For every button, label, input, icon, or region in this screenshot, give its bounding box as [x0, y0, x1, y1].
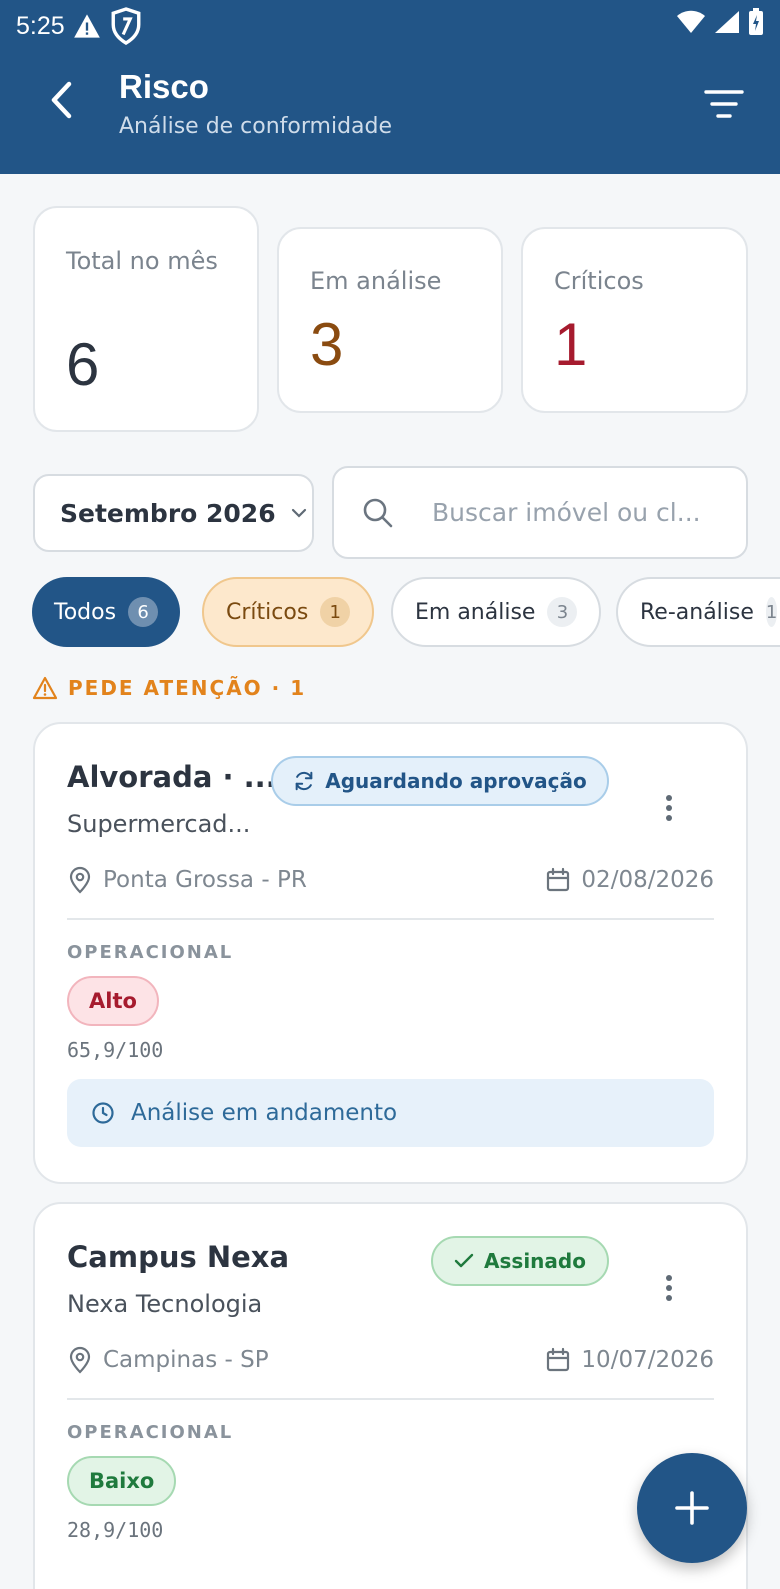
month-selector[interactable]: Setembro 2026 [33, 474, 314, 552]
card-date: 10/07/2026 [545, 1347, 714, 1373]
location-text: Campinas - SP [103, 1347, 269, 1373]
location-pin-icon [69, 866, 91, 894]
plus-icon [675, 1491, 709, 1525]
chip-label: Todos [54, 599, 117, 625]
chip-label: Em análise [415, 599, 536, 625]
card-property-name: Campus Nexa [67, 1240, 290, 1274]
attention-label: PEDE ATENÇÃO · 1 [68, 676, 307, 700]
add-button[interactable] [637, 1453, 747, 1563]
risk-level-badge: Baixo [67, 1456, 177, 1506]
search-icon [363, 498, 393, 527]
filter-icon [704, 90, 744, 118]
calendar-icon [547, 867, 570, 892]
filter-chip-criticos[interactable]: Críticos 1 [202, 577, 375, 647]
chip-count: 6 [128, 597, 159, 627]
location-text: Ponta Grossa - PR [103, 867, 307, 893]
page-subtitle: Análise de conformidade [119, 114, 393, 139]
date-text: 10/07/2026 [581, 1347, 714, 1373]
page-title: Risco [119, 68, 209, 105]
more-options-button[interactable] [654, 788, 684, 828]
card-location: Ponta Grossa - PR [67, 866, 307, 894]
chip-count: 1 [320, 597, 351, 627]
more-vertical-icon [666, 795, 672, 821]
shield-icon [111, 7, 141, 45]
risk-card[interactable]: Alvorada · ... Aguardando aprovação Supe… [33, 722, 748, 1184]
divider [67, 918, 714, 920]
stat-label: Críticos [554, 267, 644, 295]
search-field[interactable] [332, 466, 748, 559]
status-badge: Aguardando aprovação [271, 756, 609, 806]
filter-button[interactable] [702, 82, 746, 126]
stat-value: 3 [310, 311, 344, 378]
filter-chip-em-analise[interactable]: Em análise 3 [391, 577, 602, 647]
attention-header: PEDE ATENÇÃO · 1 [32, 676, 306, 700]
more-options-button[interactable] [654, 1268, 684, 1308]
sync-icon [295, 771, 313, 791]
stat-card-criticos: Críticos 1 [521, 227, 748, 413]
chip-label: Re-análise [640, 599, 754, 625]
risk-card[interactable]: Campus Nexa Assinado Nexa Tecnologia Cam… [33, 1202, 748, 1589]
warning-icon [73, 14, 100, 38]
app-bar: 5:25 Risco Análise de conformidade [0, 0, 780, 174]
stat-value: 1 [554, 311, 588, 378]
card-meta: Ponta Grossa - PR 02/08/2026 [67, 866, 714, 894]
status-bar: 5:25 [16, 6, 143, 46]
info-text: Análise em andamento [131, 1100, 398, 1126]
card-location: Campinas - SP [67, 1346, 269, 1374]
month-value: Setembro 2026 [60, 498, 276, 528]
risk-score: 28,9/100 [67, 1518, 164, 1542]
battery-icon [749, 8, 763, 35]
location-pin-icon [69, 1346, 91, 1374]
card-client-name: Supermercad... [67, 810, 251, 838]
arrow-left-icon [51, 81, 72, 119]
filter-chip-reanalise[interactable]: Re-análise 1 [616, 577, 780, 647]
stat-card-total: Total no mês 6 [33, 206, 259, 432]
card-date: 02/08/2026 [545, 867, 714, 893]
risk-category: OPERACIONAL [67, 1422, 234, 1443]
status-info-banner: Análise em andamento [67, 1079, 714, 1147]
calendar-icon [547, 1347, 570, 1372]
chip-label: Críticos [226, 599, 309, 625]
warning-icon [32, 676, 58, 700]
card-meta: Campinas - SP 10/07/2026 [67, 1346, 714, 1374]
status-icons [676, 8, 764, 36]
divider [67, 1398, 714, 1400]
risk-score: 65,9/100 [67, 1038, 164, 1062]
stat-value: 6 [66, 331, 100, 398]
card-client-name: Nexa Tecnologia [67, 1290, 263, 1318]
more-vertical-icon [666, 1275, 672, 1301]
card-property-name: Alvorada · ... [67, 760, 277, 794]
date-text: 02/08/2026 [581, 867, 714, 893]
filter-chip-todos[interactable]: Todos 6 [32, 577, 181, 647]
chip-count: 1 [765, 597, 778, 627]
status-text: Aguardando aprovação [325, 769, 587, 793]
back-button[interactable] [40, 78, 84, 122]
signal-icon [715, 11, 739, 33]
chip-count: 3 [547, 597, 578, 627]
wifi-icon [677, 10, 705, 33]
status-badge: Assinado [431, 1236, 609, 1286]
stat-label: Total no mês [66, 247, 218, 275]
status-text: Assinado [484, 1249, 586, 1273]
status-time: 5:25 [16, 11, 65, 40]
stat-card-em-analise: Em análise 3 [277, 227, 503, 413]
search-input[interactable] [432, 498, 722, 527]
risk-level-badge: Alto [67, 976, 159, 1026]
chevron-down-icon [291, 508, 306, 518]
risk-category: OPERACIONAL [67, 942, 234, 963]
stat-label: Em análise [310, 267, 442, 295]
clock-icon [92, 1102, 114, 1124]
check-icon [454, 1253, 474, 1268]
